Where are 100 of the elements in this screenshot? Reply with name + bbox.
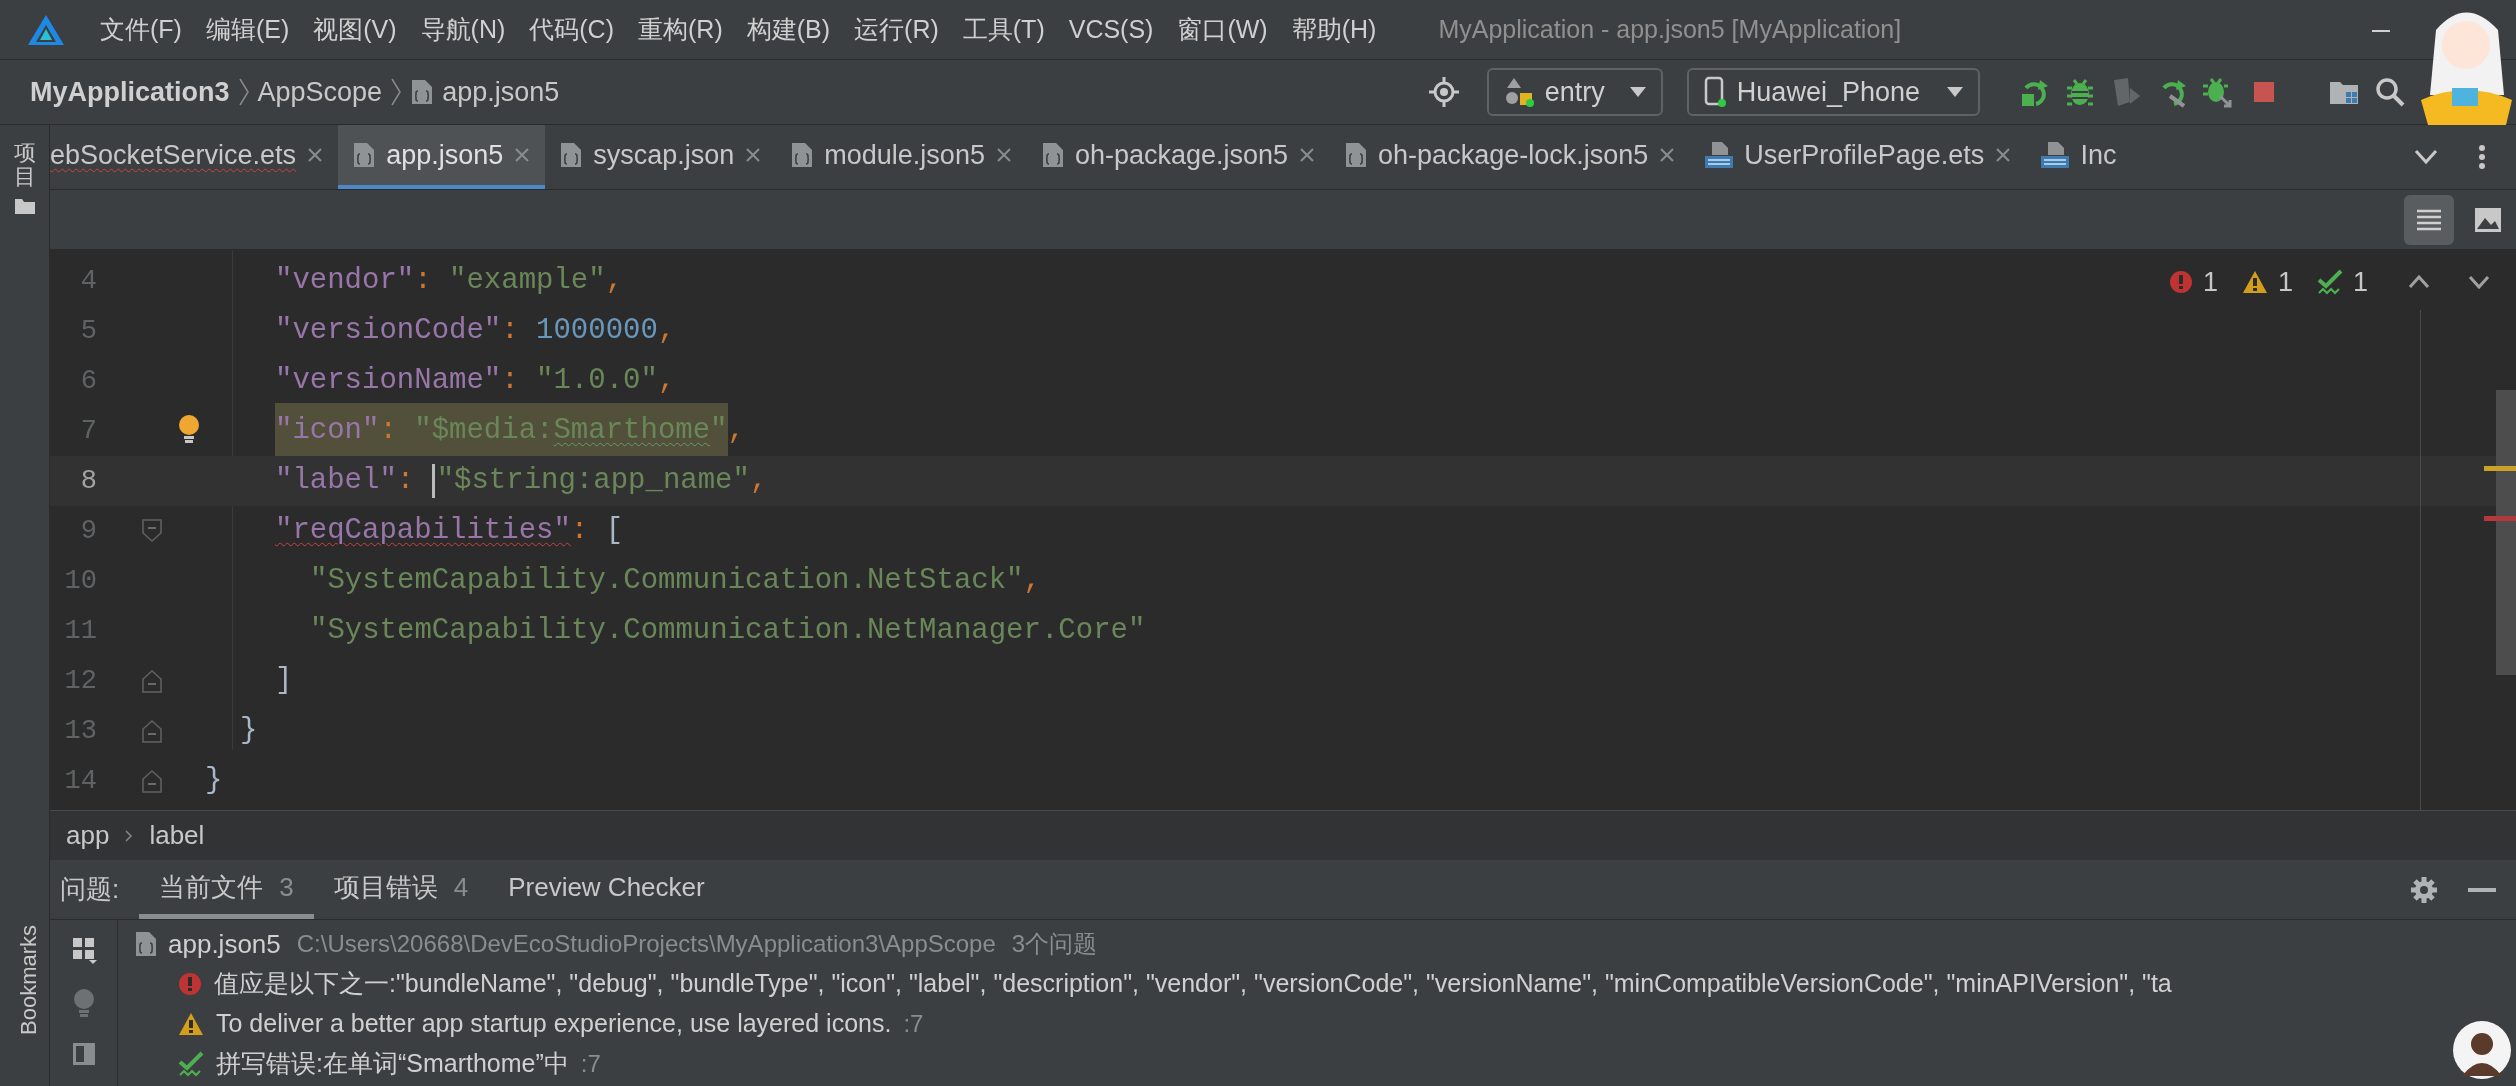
problems-tab[interactable]: 当前文件 3 [139, 860, 314, 919]
code-line: } [239, 713, 258, 750]
problem-count[interactable]: 1 [2316, 262, 2368, 303]
fold-icon[interactable] [142, 519, 162, 543]
caret-icon [1628, 86, 1647, 98]
menu-item[interactable]: 编辑(E) [205, 10, 290, 49]
problem-count[interactable]: 1 [2241, 262, 2293, 303]
json-file-icon [410, 78, 435, 106]
path-item[interactable]: label [149, 816, 205, 855]
code-line: "reqCapabilities": [ [274, 513, 624, 550]
breadcrumb-item[interactable]: app.json5 [442, 71, 560, 113]
bug-icon[interactable] [2064, 76, 2096, 108]
chevron-icon [237, 77, 250, 107]
project-tool-tab[interactable]: 项目 [13, 141, 36, 216]
close-icon[interactable] [744, 146, 763, 164]
image-icon[interactable] [2474, 206, 2502, 233]
settings-icon[interactable] [2410, 875, 2438, 904]
group-icon[interactable] [70, 936, 97, 964]
editor-tab[interactable]: syscap.json [545, 125, 777, 189]
code-line: } [205, 763, 223, 800]
json-file-icon [134, 930, 158, 958]
close-icon[interactable] [994, 146, 1013, 164]
code-line: "label": "$string:app_name", [274, 463, 768, 500]
json-file-icon [790, 141, 815, 169]
problem-file-row[interactable]: app.json5 C:\Users\20668\DevEcoStudioProjects\MyApplication3\AppScope 3个问题 [134, 924, 2516, 964]
fold-icon[interactable] [142, 669, 162, 693]
close-icon[interactable] [1298, 146, 1317, 164]
problem-item[interactable]: 值应是以下之一:"bundleName", "debug", "bundleType", "icon", "label", "description", "vendor", "versionCode", "versionName", "minCompatibleVersionCode", "minAPIVersion", "ta [134, 964, 2516, 1004]
line-number: 11 [63, 614, 97, 648]
caret-icon [1946, 86, 1964, 98]
minimize-icon[interactable] [2468, 887, 2496, 892]
problem-item[interactable]: 拼写错误:在单词“Smarthome”中 :7 [134, 1044, 2516, 1084]
warning-icon [2241, 270, 2268, 295]
target-icon[interactable] [1428, 77, 1459, 107]
line-number: 9 [79, 514, 97, 548]
bookmarks-tool-tab[interactable]: Bookmarks [12, 924, 45, 1035]
lightbulb-icon[interactable] [177, 414, 201, 444]
check-icon [178, 1051, 204, 1077]
editor-tab[interactable]: oh-package-lock.json5 [1330, 125, 1691, 189]
code-line: "SystemCapability.Communication.NetStack", [309, 563, 1041, 600]
chevron-icon [125, 829, 134, 842]
line-number: 14 [63, 764, 97, 798]
chevron-up-icon[interactable] [2408, 275, 2430, 290]
menu-item[interactable]: 构建(B) [746, 10, 831, 49]
editor-tab[interactable]: Inc [2026, 125, 2131, 189]
menu-item[interactable]: 帮助(H) [1291, 10, 1377, 49]
lines-icon [2416, 208, 2442, 231]
code-line: ] [274, 663, 293, 700]
line-number: 10 [63, 564, 97, 598]
problems-tab[interactable]: 项目错误 4 [313, 860, 489, 919]
fold-icon[interactable] [142, 719, 162, 743]
problems-tab[interactable]: Preview Checker [488, 860, 725, 919]
close-icon[interactable] [306, 146, 325, 164]
module-dropdown[interactable]: entry [1486, 68, 1663, 116]
reader-mode-button[interactable] [2404, 194, 2454, 245]
phone-icon [1702, 76, 1727, 108]
breadcrumb-item[interactable]: AppScope [257, 71, 383, 113]
avatar-icon[interactable] [2452, 1020, 2512, 1080]
menu-item[interactable]: 工具(T) [962, 10, 1045, 49]
scrollbar-thumb[interactable] [2496, 390, 2516, 675]
bug-arrow-icon[interactable] [2202, 76, 2234, 108]
chevron-down-icon[interactable] [2468, 275, 2490, 290]
editor-tab[interactable]: module.json5 [776, 125, 1027, 189]
panel-icon[interactable] [71, 1042, 96, 1066]
json-file-icon [352, 141, 377, 169]
line-number: 6 [79, 364, 97, 398]
editor-tab[interactable]: oh-package.json5 [1026, 125, 1331, 189]
menu-item[interactable]: 视图(V) [313, 10, 397, 49]
menu-item[interactable]: 重构(R) [638, 10, 723, 49]
more-icon[interactable] [2478, 144, 2486, 170]
menu-item[interactable]: VCS(S) [1068, 10, 1154, 49]
json-file-icon [1344, 141, 1369, 169]
problem-item[interactable]: To deliver a better app startup experience, use layered icons. :7 [134, 1004, 2516, 1044]
window-title: MyApplication - app.json5 [MyApplication] [1438, 13, 1902, 45]
problem-count[interactable]: 1 [2168, 262, 2218, 303]
chevron-icon [390, 77, 403, 107]
menu-item[interactable]: 代码(C) [529, 10, 614, 49]
panel-title: 问题: [59, 873, 120, 906]
breadcrumb-item[interactable]: MyApplication3 [30, 71, 230, 113]
search-icon[interactable] [2374, 76, 2406, 108]
menu-item[interactable]: 文件(F) [100, 10, 182, 49]
fold-icon[interactable] [142, 769, 162, 793]
close-icon[interactable] [1994, 146, 2013, 164]
code-line: "SystemCapability.Communication.NetManager.Core" [309, 613, 1146, 650]
chevron-down-icon[interactable] [2414, 149, 2438, 165]
close-icon[interactable] [513, 146, 532, 164]
menu-item[interactable]: 运行(R) [854, 10, 939, 49]
menu-item[interactable]: 导航(N) [420, 10, 506, 49]
close-icon[interactable] [1658, 146, 1677, 164]
editor-tab[interactable]: UserProfilePage.ets [1690, 125, 2027, 189]
line-number: 8 [79, 464, 97, 498]
path-item[interactable]: app [66, 816, 110, 855]
warning-icon [178, 1012, 204, 1036]
line-number: 12 [63, 664, 97, 698]
editor-tab[interactable]: app.json5 [338, 125, 546, 189]
device-dropdown[interactable]: Huawei_Phone [1686, 68, 1980, 116]
menu-item[interactable]: 窗口(W) [1177, 10, 1268, 49]
editor-tab[interactable]: ebSocketService.ets [50, 125, 339, 189]
line-number: 7 [79, 414, 97, 448]
folder-icon [13, 197, 36, 216]
